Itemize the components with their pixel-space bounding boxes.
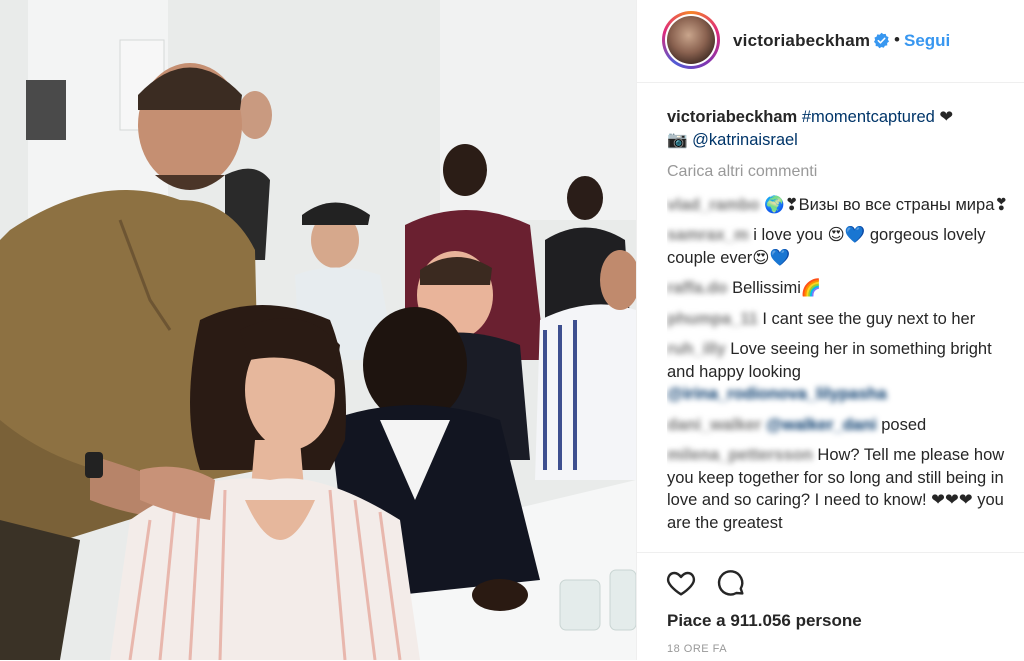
likes-count[interactable]: Piace a 911.056 persone: [667, 611, 862, 631]
header-username[interactable]: victoriabeckham: [733, 31, 870, 51]
heart-emoji: ❤: [939, 108, 954, 126]
load-more-comments[interactable]: Carica altri commenti: [667, 161, 1011, 184]
comment-bubble-icon[interactable]: [715, 567, 747, 599]
comment-text: Bellissimi🌈: [732, 279, 822, 297]
comment-item: dani_walker @walker_dani posed: [667, 414, 1011, 437]
post-timestamp[interactable]: 18 ORE FA: [667, 643, 727, 655]
avatar-frame: [665, 14, 717, 66]
avatar[interactable]: [662, 11, 720, 69]
verified-badge-icon: [873, 32, 890, 49]
comment-item: phumpa_11 I cant see the guy next to her: [667, 308, 1011, 331]
comment-username[interactable]: ruh_illy: [667, 340, 726, 358]
comment-username[interactable]: milena_pettersson: [667, 446, 813, 464]
comment-username[interactable]: raffa.do: [667, 279, 728, 297]
comment-mention[interactable]: @walker_dani: [766, 416, 877, 434]
post-header: victoriabeckham • Segui: [637, 0, 1024, 83]
comment-item: raffa.do Bellissimi🌈: [667, 277, 1011, 300]
caption: victoriabeckham #momentcaptured ❤ 📷 @kat…: [667, 106, 1011, 151]
camera-emoji: 📷: [667, 130, 688, 149]
comment-username[interactable]: phumpa_11: [667, 310, 758, 328]
comment-username[interactable]: samrax_m: [667, 226, 749, 244]
post-photo: [0, 0, 636, 660]
comment-username[interactable]: dani_walker: [667, 416, 761, 434]
comment-item: samrax_m i love you 😍💙 gorgeous lovely c…: [667, 224, 1011, 269]
comment-text: I cant see the guy next to her: [762, 309, 976, 328]
comment-item: vlad_rambo 🌍❣Визы во все страны мира❣: [667, 194, 1011, 217]
comment-username[interactable]: vlad_rambo: [667, 196, 760, 214]
caption-hashtag[interactable]: #momentcaptured: [802, 108, 935, 126]
comment-mention[interactable]: @irina_rodionova_lilypasha: [667, 385, 887, 403]
post-actions: Piace a 911.056 persone 18 ORE FA: [637, 552, 1024, 661]
comments-list[interactable]: victoriabeckham #momentcaptured ❤ 📷 @kat…: [667, 106, 1011, 552]
photo-illustration: [0, 0, 636, 660]
follow-button[interactable]: Segui: [904, 31, 950, 51]
comment-text: 🌍❣Визы во все страны мира❣: [764, 195, 1009, 214]
caption-username[interactable]: victoriabeckham: [667, 108, 797, 126]
comment-text: posed: [881, 415, 927, 434]
comment-item: milena_pettersson How? Tell me please ho…: [667, 444, 1011, 534]
avatar-image: [667, 16, 715, 64]
post-sidebar: victoriabeckham • Segui victoriabeckham …: [636, 0, 1024, 660]
header-separator: •: [894, 30, 900, 49]
comment-item: ruh_illy Love seeing her in something br…: [667, 338, 1011, 406]
like-heart-icon[interactable]: [665, 567, 697, 599]
caption-mention[interactable]: @katrinaisrael: [692, 131, 798, 149]
